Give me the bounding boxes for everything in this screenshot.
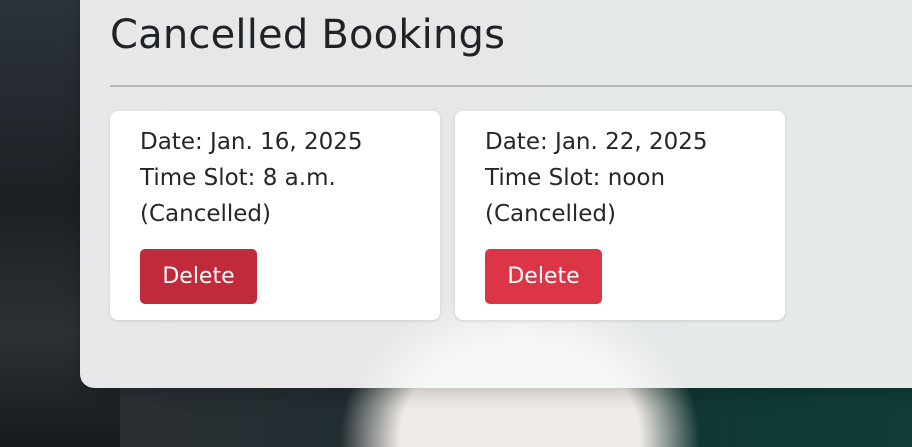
booking-card: Date: Jan. 22, 2025 Time Slot: noon (Can…: [455, 111, 785, 320]
booking-date: Date: Jan. 16, 2025: [140, 129, 363, 155]
page-title: Cancelled Bookings: [110, 12, 506, 58]
delete-button[interactable]: Delete: [485, 249, 602, 304]
title-divider: [110, 85, 912, 87]
delete-button[interactable]: Delete: [140, 249, 257, 304]
booking-card: Date: Jan. 16, 2025 Time Slot: 8 a.m. (C…: [110, 111, 440, 320]
booking-time-slot: Time Slot: 8 a.m.: [140, 165, 336, 191]
booking-status: (Cancelled): [485, 201, 617, 227]
booking-date: Date: Jan. 22, 2025: [485, 129, 708, 155]
booking-time-slot: Time Slot: noon: [485, 165, 666, 191]
booking-status: (Cancelled): [140, 201, 272, 227]
